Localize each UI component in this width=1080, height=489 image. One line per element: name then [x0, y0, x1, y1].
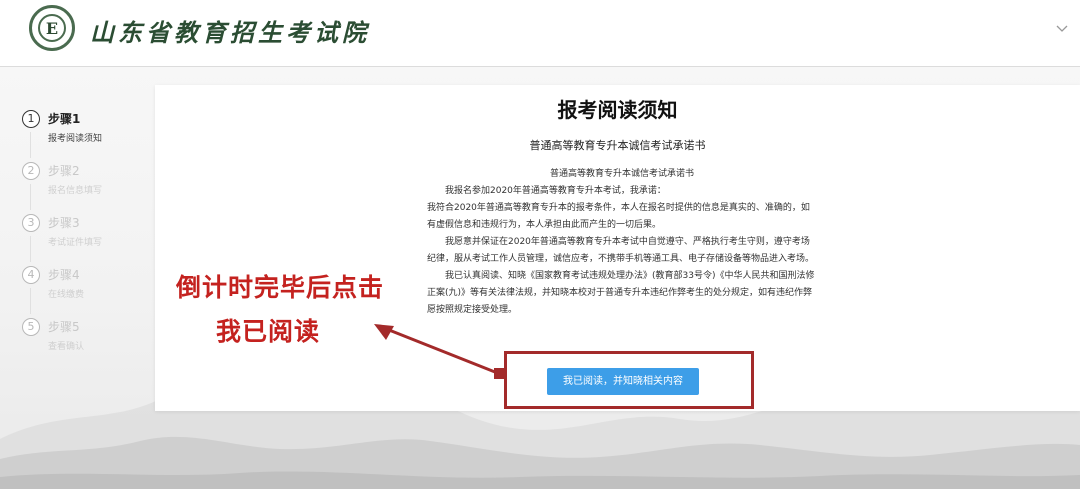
annotation-text: 我已阅读 — [216, 317, 321, 346]
pledge-heading: 普通高等教育专升本诚信考试承诺书 — [549, 169, 694, 179]
step-title: 步骤2 — [48, 164, 80, 178]
step-number: 3 — [22, 214, 40, 232]
page: E 山东省教育招生考试院 1 步骤1 报考阅读须知 2 步骤2 报名信息填写 3… — [0, 0, 1080, 489]
logo-emblem: E — [38, 14, 66, 42]
step-connector — [30, 236, 31, 262]
step-5: 5 步骤5 查看确认 — [22, 318, 142, 370]
step-connector — [30, 184, 31, 210]
pledge-paragraph: 我符合2020年普通高等教育专升本的报考条件，本人在报名时提供的信息是真实的、准… — [427, 203, 810, 230]
step-4: 4 步骤4 在线缴费 — [22, 266, 142, 318]
pledge-text: 普通高等教育专升本诚信考试承诺书 我报名参加2020年普通高等教育专升本考试，我… — [427, 166, 817, 319]
step-number: 2 — [22, 162, 40, 180]
step-subtitle: 报名信息填写 — [48, 186, 103, 196]
step-connector — [30, 132, 31, 158]
step-3: 3 步骤3 考试证件填写 — [22, 214, 142, 266]
annotation-arrow-icon — [374, 324, 505, 379]
step-connector — [30, 288, 31, 314]
step-subtitle: 考试证件填写 — [48, 238, 103, 248]
site-header: E 山东省教育招生考试院 — [0, 0, 1080, 67]
step-list: 1 步骤1 报考阅读须知 2 步骤2 报名信息填写 3 步骤3 考试证件填写 4… — [22, 110, 142, 370]
document-subtitle: 普通高等教育专升本诚信考试承诺书 — [529, 139, 706, 152]
site-logo: E — [29, 5, 75, 51]
step-number: 4 — [22, 266, 40, 284]
site-title: 山东省教育招生考试院 — [90, 18, 370, 47]
step-subtitle: 查看确认 — [48, 342, 85, 352]
step-title: 步骤3 — [48, 216, 80, 230]
step-subtitle: 报考阅读须知 — [48, 134, 103, 144]
step-number: 1 — [22, 110, 40, 128]
chevron-down-icon[interactable] — [1054, 20, 1070, 36]
pledge-paragraph: 我报名参加2020年普通高等教育专升本考试，我承诺： — [445, 186, 666, 196]
step-title: 步骤1 — [48, 112, 81, 126]
step-title: 步骤5 — [48, 320, 80, 334]
step-subtitle: 在线缴费 — [48, 290, 85, 300]
step-number: 5 — [22, 318, 40, 336]
step-2: 2 步骤2 报名信息填写 — [22, 162, 142, 214]
pledge-paragraph: 我愿意并保证在2020年普通高等教育专升本考试中自觉遵守、严格执行考生守则，遵守… — [427, 237, 815, 264]
annotation-highlight-box — [504, 351, 754, 409]
pledge-paragraph: 我已认真阅读、知晓《国家教育考试违规处理办法》(教育部33号令)《中华人民共和国… — [427, 271, 815, 315]
page-title: 报考阅读须知 — [557, 98, 678, 122]
step-1: 1 步骤1 报考阅读须知 — [22, 110, 142, 162]
annotation-text: 倒计时完毕后点击 — [176, 273, 385, 302]
step-title: 步骤4 — [48, 268, 80, 282]
